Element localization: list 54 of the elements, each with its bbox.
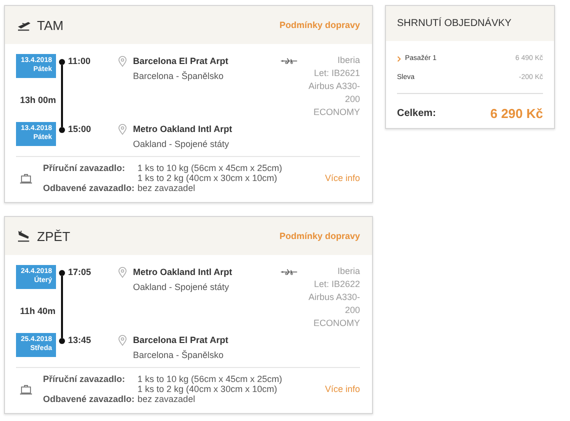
landing-icon [17, 230, 31, 242]
baggage-allowance: bez zavazadel [138, 394, 196, 404]
flight-info: ECONOMY [313, 106, 360, 119]
baggage-allowance: 1 ks to 10 kg (56cm x 45cm x 25cm) [138, 374, 282, 384]
conditions-link[interactable]: Podmínky dopravy [279, 20, 360, 30]
location-pin-icon [118, 56, 127, 67]
card-title: TAM [37, 18, 64, 32]
airplane-icon [280, 57, 298, 65]
flight-info: Iberia [337, 265, 360, 278]
flight-info: 200 [344, 304, 360, 317]
takeoff-icon [17, 19, 31, 31]
city-label: Barcelona - Španělsko [133, 71, 225, 81]
flight-info: 200 [344, 93, 360, 106]
time-label: 11:00 [68, 55, 92, 68]
more-info-link[interactable]: Více info [324, 384, 360, 394]
flight-info: Let: IB2622 [314, 278, 360, 291]
airport-name: Metro Oakland Intl Arpt [133, 123, 234, 134]
card-title: ZPĚT [37, 228, 70, 244]
flight-info: Iberia [337, 54, 360, 67]
summary-title: SHRNUTÍ OBJEDNÁVKY [386, 6, 554, 41]
location-pin-icon [118, 267, 127, 278]
conditions-link[interactable]: Podmínky dopravy [279, 231, 360, 241]
luggage-icon [20, 384, 32, 394]
luggage-icon [20, 172, 32, 184]
time-label: 15:00 [68, 123, 92, 136]
flight-info: ECONOMY [313, 317, 360, 330]
city-label: Oakland - Spojené státy [133, 282, 230, 292]
baggage-label: Odbavené zavazadlo: [43, 183, 135, 193]
baggage-allowance: bez zavazadel [138, 183, 196, 193]
city-label: Oakland - Spojené státy [133, 139, 230, 149]
duration-label: 11h 40m [19, 306, 57, 316]
baggage-allowance: 1 ks to 10 kg (56cm x 45cm x 25cm) [138, 163, 282, 173]
baggage-allowance: 1 ks to 2 kg (40cm x 30cm x 10cm) [138, 173, 278, 183]
airport-name: Metro Oakland Intl Arpt [133, 266, 234, 277]
baggage-label: Příruční zavazadlo: [43, 374, 126, 386]
flight-info: Airbus A330- [308, 80, 360, 93]
duration-label: 13h 00m [19, 95, 58, 105]
flight-info: Let: IB2621 [314, 67, 360, 80]
airport-name: Barcelona El Prat Arpt [133, 334, 230, 345]
baggage-label: Příruční zavazadlo: [43, 163, 126, 175]
baggage-label: Odbavené zavazadlo: [43, 394, 135, 404]
time-label: 13:45 [68, 334, 92, 347]
location-pin-icon [118, 124, 127, 135]
more-info-link[interactable]: Více info [324, 173, 360, 183]
airport-name: Barcelona El Prat Arpt [133, 55, 230, 66]
flight-info: Airbus A330- [308, 291, 360, 304]
airplane-icon [280, 268, 298, 276]
location-pin-icon [118, 335, 127, 346]
baggage-allowance: 1 ks to 2 kg (40cm x 30cm x 10cm) [138, 384, 278, 394]
total-price: 6 290 Kč [490, 106, 543, 121]
time-label: 17:05 [68, 266, 92, 279]
city-label: Barcelona - Španělsko [133, 350, 225, 360]
total-label: Celkem: [397, 108, 436, 119]
expand-caret-icon[interactable] [397, 56, 401, 62]
